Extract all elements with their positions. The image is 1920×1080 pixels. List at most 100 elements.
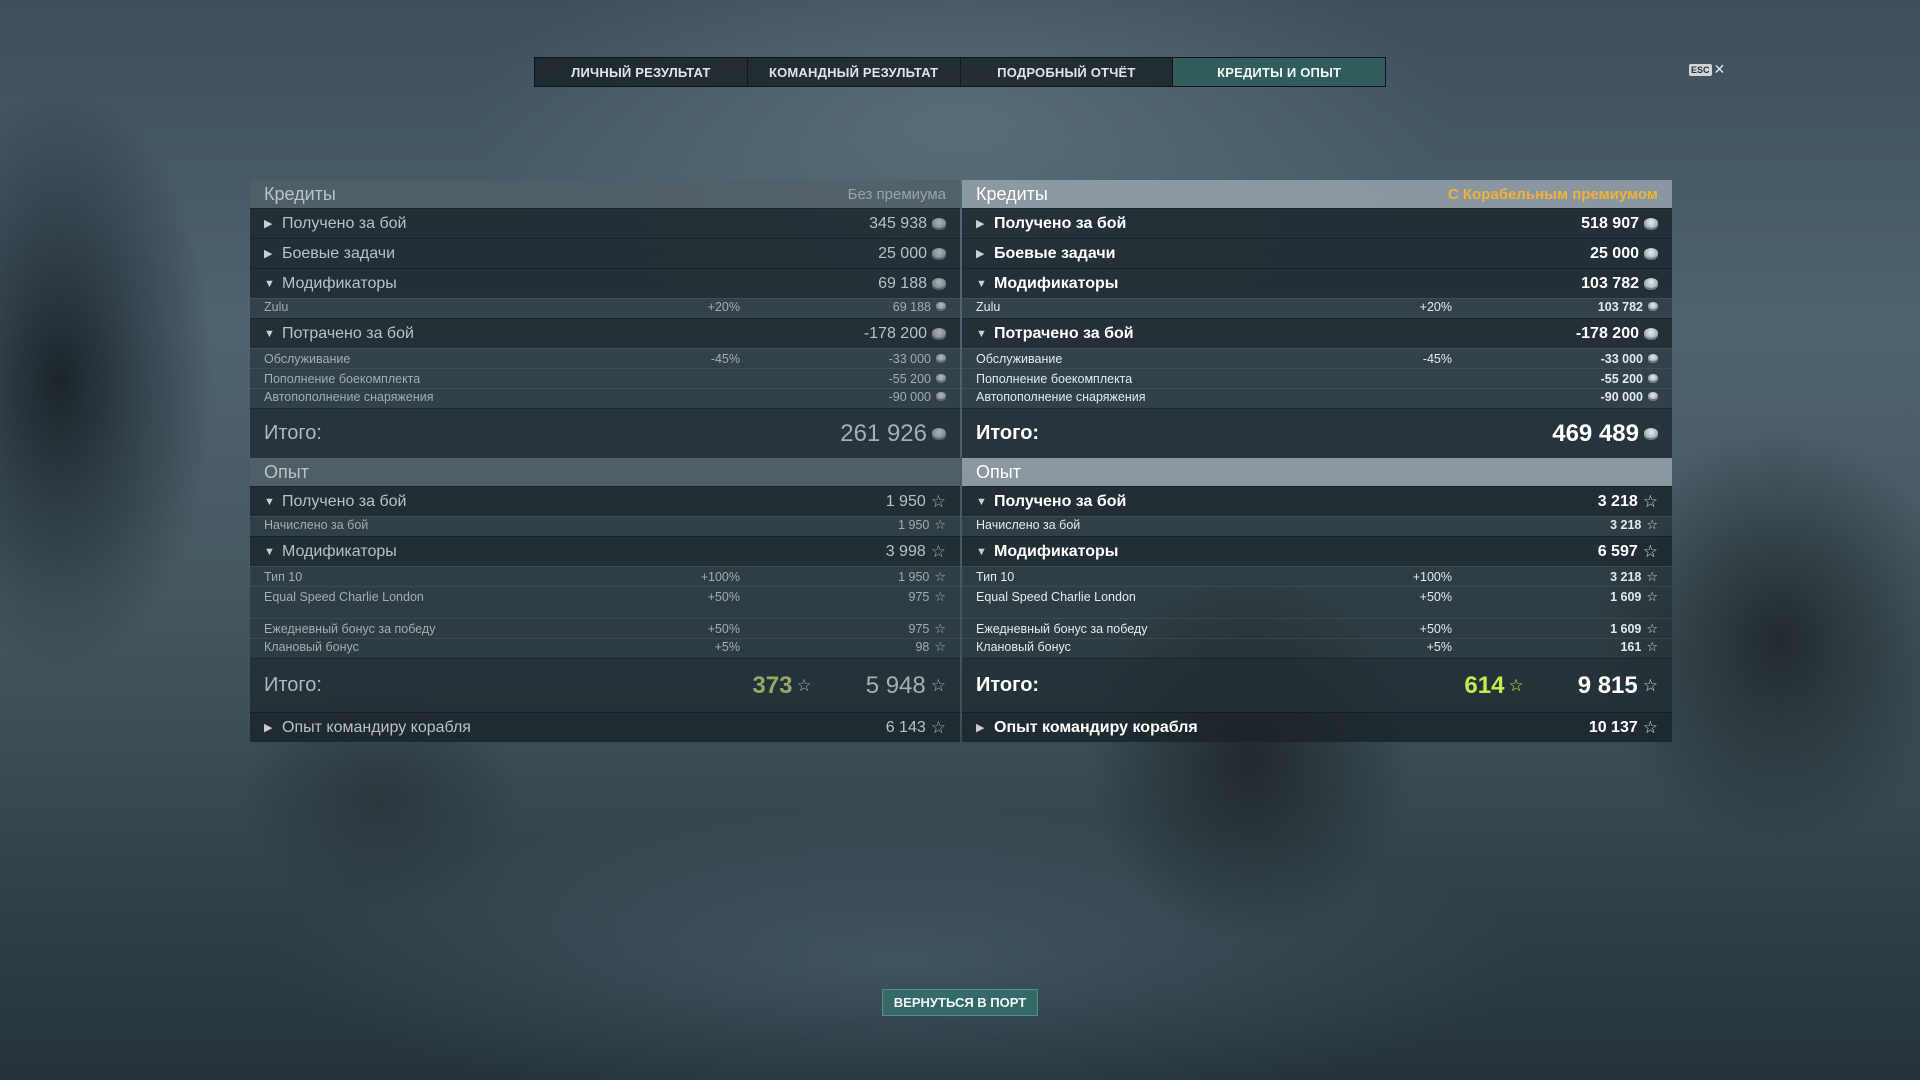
- row-label: Потрачено за бой: [282, 324, 414, 342]
- tab-team-result[interactable]: КОМАНДНЫЙ РЕЗУЛЬТАТ: [748, 58, 961, 86]
- caret-down-icon[interactable]: ▼: [976, 546, 994, 558]
- commander-xp-row[interactable]: ▶ Опыт командиру корабля 6 143 ☆: [250, 712, 960, 742]
- caret-down-icon[interactable]: ▼: [264, 496, 282, 508]
- row-value: -33 000: [1601, 352, 1658, 366]
- row-label: Автопополнение снаряжения: [976, 389, 1146, 404]
- xp-total-row: Итого: 614 ☆ 9 815 ☆: [962, 658, 1672, 712]
- caret-down-icon[interactable]: ▼: [976, 496, 994, 508]
- row-label: Опыт командиру корабля: [282, 718, 471, 736]
- modifier-tier-row: Тип 10 +100% 1 950 ☆: [250, 566, 960, 586]
- row-label: Клановый бонус: [976, 639, 1071, 654]
- credits-spent-row[interactable]: ▼ Потрачено за бой -178 200: [250, 318, 960, 348]
- row-label: Боевые задачи: [994, 244, 1116, 262]
- row-percent: +100%: [1412, 569, 1452, 584]
- row-label: Модификаторы: [282, 542, 397, 560]
- credit-coin-icon: [932, 247, 946, 260]
- row-label: Получено за бой: [994, 492, 1127, 510]
- caret-down-icon[interactable]: ▼: [976, 278, 994, 290]
- row-percent: +50%: [707, 589, 740, 604]
- service-cost-row: Обслуживание -45% -33 000: [250, 348, 960, 368]
- total-value: 5 948 ☆: [865, 671, 946, 699]
- xp-earned-row[interactable]: ▼ Получено за бой 1 950 ☆: [250, 486, 960, 516]
- caret-right-icon[interactable]: ▶: [264, 217, 282, 230]
- total-label: Итого:: [264, 422, 322, 444]
- total-value: 261 926: [840, 420, 946, 448]
- consumables-cost-row: Автопополнение снаряжения -90 000: [962, 388, 1672, 408]
- xp-bonus-value: 373 ☆: [752, 671, 812, 699]
- tab-personal-result[interactable]: ЛИЧНЫЙ РЕЗУЛЬТАТ: [535, 58, 748, 86]
- credits-earned-row[interactable]: ▶ Получено за бой 518 907: [962, 208, 1672, 238]
- total-label: Итого:: [264, 674, 322, 696]
- credits-title: Кредиты: [264, 183, 336, 204]
- total-label: Итого:: [976, 674, 1040, 696]
- esc-key-icon: ESC: [1689, 63, 1712, 76]
- row-value: 1 609 ☆: [1610, 621, 1658, 636]
- row-label: Модификаторы: [282, 274, 397, 292]
- caret-right-icon[interactable]: ▶: [976, 721, 994, 734]
- row-value: 345 938: [869, 215, 946, 233]
- credits-modifiers-row[interactable]: ▼ Модификаторы 69 188: [250, 268, 960, 298]
- row-percent: -45%: [710, 351, 740, 366]
- row-value: 975 ☆: [908, 589, 946, 604]
- credit-coin-icon: [932, 327, 946, 340]
- star-icon: ☆: [1642, 492, 1658, 511]
- star-icon: ☆: [1642, 676, 1658, 695]
- row-value: 25 000: [878, 245, 946, 263]
- credits-spent-row[interactable]: ▼ Потрачено за бой -178 200: [962, 318, 1672, 348]
- caret-right-icon[interactable]: ▶: [976, 247, 994, 260]
- tab-detailed-report[interactable]: ПОДРОБНЫЙ ОТЧЁТ: [961, 58, 1174, 86]
- xp-header: Опыт: [250, 458, 960, 486]
- xp-modifiers-row[interactable]: ▼ Модификаторы 3 998 ☆: [250, 536, 960, 566]
- credits-missions-row[interactable]: ▶ Боевые задачи 25 000: [962, 238, 1672, 268]
- credit-coin-icon: [1648, 302, 1658, 311]
- row-label: Получено за бой: [994, 214, 1127, 232]
- xp-modifiers-row[interactable]: ▼ Модификаторы 6 597 ☆: [962, 536, 1672, 566]
- credit-coin-icon: [1644, 427, 1658, 440]
- commander-xp-row[interactable]: ▶ Опыт командиру корабля 10 137 ☆: [962, 712, 1672, 742]
- caret-down-icon[interactable]: ▼: [264, 546, 282, 558]
- row-label: Пополнение боекомплекта: [976, 371, 1133, 386]
- credit-coin-icon: [1644, 277, 1658, 290]
- row-value: 69 188: [878, 275, 946, 293]
- star-icon: ☆: [796, 676, 812, 695]
- row-value: -55 200: [1601, 372, 1658, 386]
- close-icon[interactable]: ✕: [1714, 61, 1726, 78]
- modifier-signal-row: Equal Speed Charlie London +50% 975 ☆: [250, 586, 960, 606]
- caret-down-icon[interactable]: ▼: [264, 328, 282, 340]
- caret-down-icon[interactable]: ▼: [264, 278, 282, 290]
- row-label: Потрачено за бой: [994, 324, 1134, 342]
- star-icon: ☆: [1646, 517, 1658, 532]
- esc-close-button[interactable]: ESC ✕: [1689, 61, 1725, 78]
- row-value: 10 137 ☆: [1588, 718, 1658, 737]
- caret-down-icon[interactable]: ▼: [976, 328, 994, 340]
- row-value: 69 188: [893, 300, 946, 314]
- return-to-port-button[interactable]: ВЕРНУТЬСЯ В ПОРТ: [882, 989, 1038, 1016]
- row-label: Модификаторы: [994, 542, 1119, 560]
- credits-modifiers-row[interactable]: ▼ Модификаторы 103 782: [962, 268, 1672, 298]
- credit-coin-icon: [932, 217, 946, 230]
- row-percent: +50%: [707, 621, 740, 636]
- consumables-cost-row: Автопополнение снаряжения -90 000: [250, 388, 960, 408]
- row-label: Автопополнение снаряжения: [264, 389, 434, 404]
- credits-earned-row[interactable]: ▶ Получено за бой 345 938: [250, 208, 960, 238]
- row-label: Начислено за бой: [264, 517, 369, 532]
- row-value: -178 200: [1576, 325, 1658, 343]
- credit-coin-icon: [936, 374, 946, 383]
- star-icon: ☆: [1508, 676, 1524, 695]
- row-label: Клановый бонус: [264, 639, 359, 654]
- caret-right-icon[interactable]: ▶: [264, 721, 282, 734]
- modifier-daily-bonus-row: Ежедневный бонус за победу +50% 1 609 ☆: [962, 618, 1672, 638]
- caret-right-icon[interactable]: ▶: [976, 217, 994, 230]
- caret-right-icon[interactable]: ▶: [264, 247, 282, 260]
- tab-credits-and-xp[interactable]: КРЕДИТЫ И ОПЫТ: [1173, 58, 1385, 86]
- row-value: -90 000: [889, 390, 946, 404]
- credits-missions-row[interactable]: ▶ Боевые задачи 25 000: [250, 238, 960, 268]
- row-value: 3 218 ☆: [1597, 492, 1658, 511]
- xp-earned-row[interactable]: ▼ Получено за бой 3 218 ☆: [962, 486, 1672, 516]
- row-label: Equal Speed Charlie London: [264, 589, 424, 604]
- total-label: Итого:: [976, 422, 1040, 444]
- star-icon: ☆: [1646, 621, 1658, 636]
- row-label: Ежедневный бонус за победу: [976, 621, 1148, 636]
- row-value: 103 782: [1581, 275, 1658, 293]
